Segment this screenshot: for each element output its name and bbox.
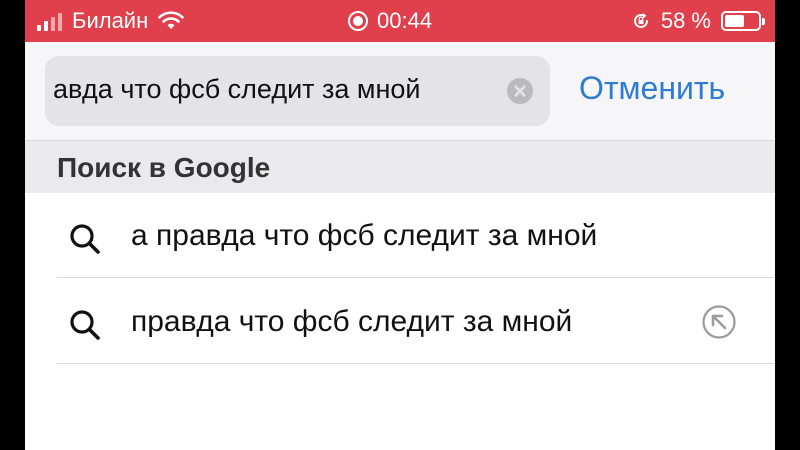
clear-icon[interactable] bbox=[507, 78, 533, 104]
section-header: Поиск в Google bbox=[25, 140, 775, 193]
screen-recording-icon bbox=[348, 11, 368, 31]
arrow-up-left-icon[interactable] bbox=[701, 304, 737, 340]
battery-icon bbox=[721, 11, 765, 31]
status-center: 00:44 bbox=[347, 8, 432, 34]
row-divider bbox=[57, 277, 775, 278]
suggestion-row[interactable]: а правда что фсб следит за мной bbox=[25, 193, 775, 278]
wifi-icon bbox=[158, 11, 185, 29]
status-left: Билайн bbox=[37, 8, 185, 34]
row-divider bbox=[57, 363, 775, 364]
battery-level bbox=[725, 15, 744, 27]
suggestion-row[interactable]: правда что фсб следит за мной bbox=[25, 279, 775, 364]
carrier-name: Билайн bbox=[72, 8, 149, 33]
section-title: Поиск в Google bbox=[57, 152, 271, 183]
search-input[interactable]: авда что фсб следит за мной bbox=[53, 74, 421, 105]
status-right: 58 % bbox=[631, 8, 765, 34]
search-icon bbox=[70, 310, 100, 340]
clock: 00:44 bbox=[377, 8, 433, 33]
status-bar: Билайн 00:44 58 % bbox=[25, 0, 775, 42]
suggestion-text: а правда что фсб следит за мной bbox=[131, 219, 598, 252]
suggestion-text: правда что фсб следит за мной bbox=[131, 305, 573, 338]
search-bar-area: авда что фсб следит за мной Отменить bbox=[25, 42, 775, 140]
cancel-button[interactable]: Отменить bbox=[579, 70, 725, 107]
search-icon bbox=[70, 224, 100, 254]
orientation-lock-icon bbox=[633, 13, 648, 28]
search-field[interactable]: авда что фсб следит за мной bbox=[45, 56, 550, 126]
battery-percent: 58 % bbox=[660, 8, 711, 33]
phone-screen: Билайн 00:44 58 % авда что фсб следит за… bbox=[25, 0, 775, 450]
cellular-signal-icon bbox=[37, 11, 62, 31]
